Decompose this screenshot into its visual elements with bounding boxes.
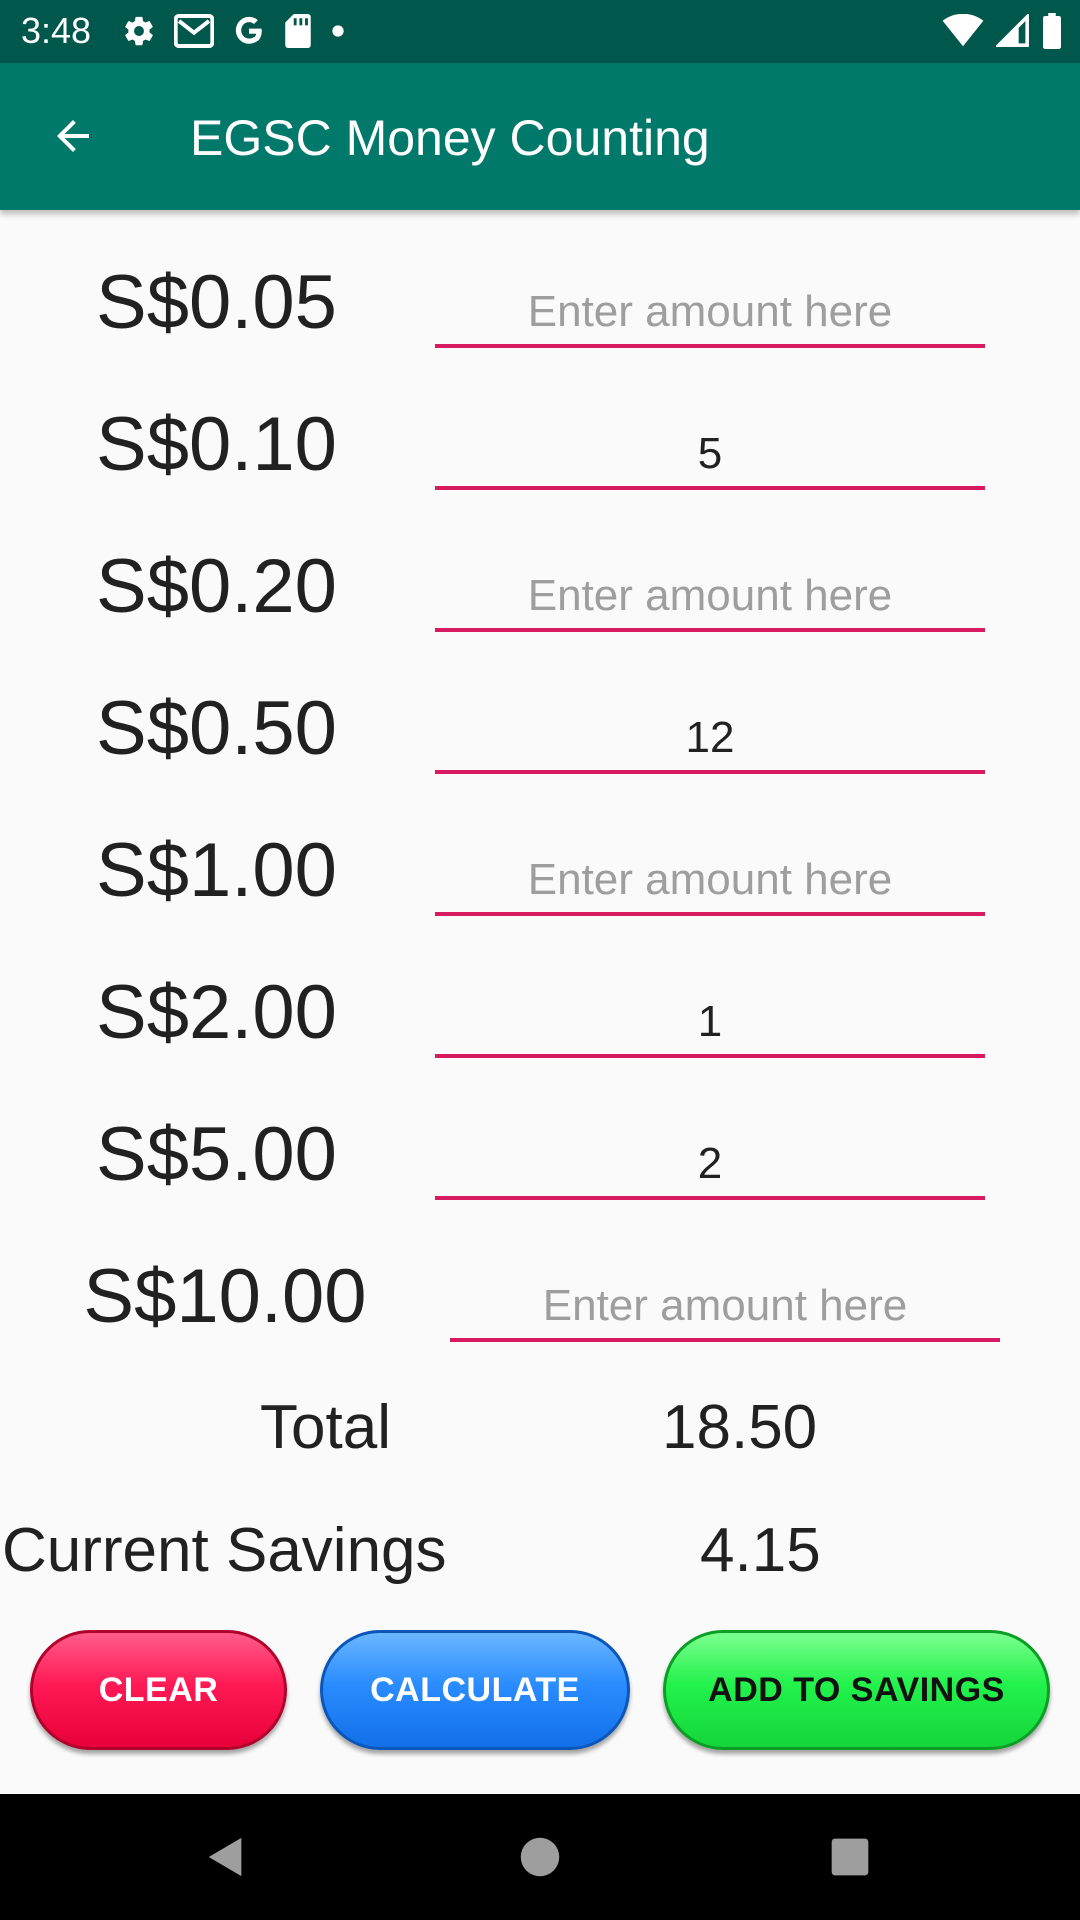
add-to-savings-button[interactable]: ADD TO SAVINGS xyxy=(663,1630,1050,1750)
app-bar: EGSC Money Counting xyxy=(0,63,1080,210)
denomination-label: S$1.00 xyxy=(96,828,337,913)
arrow-back-icon xyxy=(57,120,89,152)
amount-field[interactable] xyxy=(435,968,985,1058)
amount-input[interactable] xyxy=(435,1136,985,1192)
notification-icons xyxy=(122,11,346,51)
system-icons xyxy=(942,11,1062,51)
amount-input[interactable] xyxy=(435,426,985,482)
nav-recents-button[interactable] xyxy=(817,1824,883,1890)
amount-input[interactable] xyxy=(450,1278,1000,1334)
recents-square-icon xyxy=(831,1838,869,1876)
status-time: 3:48 xyxy=(21,10,92,51)
nav-back-button[interactable] xyxy=(193,1824,259,1890)
current-savings-value: 4.15 xyxy=(700,1516,821,1585)
denomination-label: S$2.00 xyxy=(96,970,337,1055)
denomination-label: S$0.10 xyxy=(96,402,337,487)
denomination-label: S$0.20 xyxy=(96,544,337,629)
wifi-icon xyxy=(942,14,984,47)
denomination-label: S$0.05 xyxy=(96,260,337,345)
navigation-bar xyxy=(0,1794,1080,1920)
denomination-row: S$0.05 xyxy=(0,258,1080,400)
denomination-label: S$5.00 xyxy=(96,1112,337,1197)
calculate-button-label: CALCULATE xyxy=(370,1670,580,1709)
amount-field[interactable] xyxy=(435,1110,985,1200)
amount-input[interactable] xyxy=(435,568,985,624)
amount-input[interactable] xyxy=(435,710,985,766)
denomination-row: S$2.00 xyxy=(0,968,1080,1110)
amount-input[interactable] xyxy=(435,994,985,1050)
amount-input[interactable] xyxy=(435,284,985,340)
clear-button[interactable]: CLEAR xyxy=(30,1630,287,1750)
dot-icon xyxy=(332,25,344,37)
clear-button-label: CLEAR xyxy=(98,1670,219,1709)
amount-field[interactable] xyxy=(435,258,985,348)
back-triangle-icon xyxy=(208,1837,242,1877)
status-bar: 3:48 xyxy=(0,0,1080,63)
amount-field[interactable] xyxy=(435,684,985,774)
denomination-row: S$1.00 xyxy=(0,826,1080,968)
sd-card-icon xyxy=(285,14,311,48)
nav-home-button[interactable] xyxy=(507,1824,573,1890)
current-savings-label: Current Savings xyxy=(2,1516,447,1585)
signal-icon xyxy=(996,14,1029,47)
denomination-row: S$5.00 xyxy=(0,1110,1080,1252)
denomination-label: S$0.50 xyxy=(96,686,337,771)
app-title: EGSC Money Counting xyxy=(190,110,710,166)
total-label: Total xyxy=(260,1393,391,1462)
google-icon xyxy=(235,16,262,44)
gmail-icon xyxy=(174,14,214,48)
add-to-savings-button-label: ADD TO SAVINGS xyxy=(708,1670,1005,1709)
battery-icon xyxy=(1043,13,1061,49)
amount-field[interactable] xyxy=(435,400,985,490)
amount-field[interactable] xyxy=(435,826,985,916)
total-value: 18.50 xyxy=(662,1393,818,1462)
denomination-row: S$0.50 xyxy=(0,684,1080,826)
denomination-label: S$10.00 xyxy=(83,1254,367,1339)
back-button[interactable] xyxy=(40,103,106,169)
calculate-button[interactable]: CALCULATE xyxy=(320,1630,630,1750)
denomination-row: S$0.20 xyxy=(0,542,1080,684)
settings-icon xyxy=(125,16,153,46)
home-circle-icon xyxy=(520,1837,560,1877)
amount-input[interactable] xyxy=(435,852,985,908)
amount-field[interactable] xyxy=(435,542,985,632)
denomination-row: S$10.00 xyxy=(0,1252,1080,1394)
denomination-row: S$0.10 xyxy=(0,400,1080,542)
amount-field[interactable] xyxy=(450,1252,1000,1342)
